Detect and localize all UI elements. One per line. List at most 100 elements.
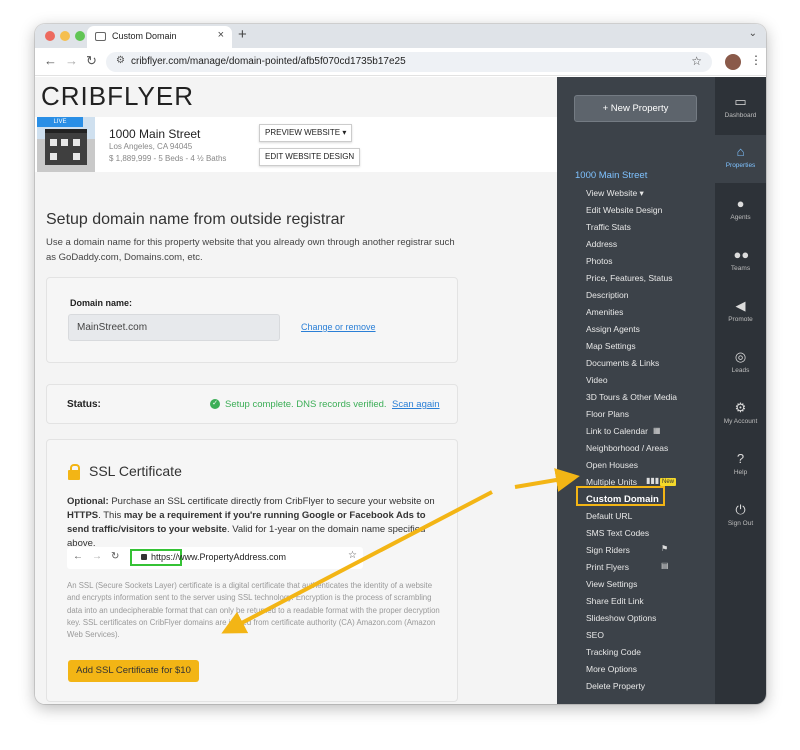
- properties-icon: ⌂: [736, 144, 745, 159]
- sidebar-item-view-settings[interactable]: View Settings: [586, 579, 637, 589]
- icon-rail: ▭ Dashboard ⌂ Properties ● Agents ●● Tea…: [715, 77, 766, 704]
- sidebar-item-custom-domain[interactable]: Custom Domain: [586, 494, 659, 505]
- url-text: cribflyer.com/manage/domain-pointed/afb5…: [131, 56, 406, 67]
- new-tab-icon[interactable]: +: [238, 26, 247, 43]
- sidebar-item-more-options[interactable]: More Options: [586, 664, 637, 674]
- rail-label: My Account: [723, 418, 758, 425]
- browser-tab[interactable]: Custom Domain ×: [87, 26, 232, 48]
- edit-website-design-button[interactable]: EDIT WEBSITE DESIGN: [259, 148, 361, 166]
- close-tab-icon[interactable]: ×: [218, 29, 224, 41]
- sidebar-item-video[interactable]: Video: [586, 375, 608, 385]
- sidebar-item-sign-riders[interactable]: Sign Riders: [586, 545, 630, 555]
- rail-agents[interactable]: ● Agents: [715, 197, 766, 222]
- sidebar-item-share-edit-link[interactable]: Share Edit Link: [586, 596, 644, 606]
- ssl-fine-print: An SSL (Secure Sockets Layer) certificat…: [67, 581, 440, 640]
- sidebar-item-floor-plans[interactable]: Floor Plans: [586, 409, 629, 419]
- reload-icon[interactable]: ↻: [86, 53, 97, 69]
- ssl-description: Optional: Purchase an SSL certificate di…: [67, 495, 442, 551]
- rail-label: Agents: [730, 214, 751, 221]
- new-badge: New: [660, 478, 677, 486]
- domain-field[interactable]: MainStreet.com: [68, 314, 280, 341]
- bookmark-star-icon[interactable]: ☆: [691, 54, 702, 68]
- sidebar-item-neighborhood-areas[interactable]: Neighborhood / Areas: [586, 443, 668, 453]
- rail-help[interactable]: ? Help: [715, 451, 766, 477]
- main-content: CRIBFLYER LIVE 1000 Main Street Los Ange…: [35, 77, 557, 704]
- address-bar[interactable]: ⚙ cribflyer.com/manage/domain-pointed/af…: [106, 52, 712, 72]
- https-example-image: ← → ↻ https://www.PropertyAddress.com ☆: [67, 547, 363, 569]
- sidebar-item-sms-text-codes[interactable]: SMS Text Codes: [586, 528, 649, 538]
- flag-icon: ⚑: [661, 544, 669, 553]
- sidebar-item-tracking-code[interactable]: Tracking Code: [586, 647, 641, 657]
- new-property-button[interactable]: + New Property: [574, 95, 697, 122]
- sidebar-item-delete-property[interactable]: Delete Property: [586, 681, 645, 691]
- close-window-button[interactable]: [45, 31, 55, 41]
- change-or-remove-link[interactable]: Change or remove: [301, 322, 376, 332]
- sidebar-item-print-flyers[interactable]: Print Flyers: [586, 562, 629, 572]
- rail-teams[interactable]: ●● Teams: [715, 248, 766, 273]
- rail-leads[interactable]: ◎ Leads: [715, 349, 766, 375]
- example-star-icon: ☆: [348, 550, 357, 561]
- sidebar-item-assign-agents[interactable]: Assign Agents: [586, 324, 640, 334]
- sidebar-item-open-houses[interactable]: Open Houses: [586, 460, 638, 470]
- rail-label: Properties: [725, 162, 756, 169]
- calendar-icon: ▦: [653, 426, 661, 435]
- sidebar-property-title[interactable]: 1000 Main Street: [575, 170, 647, 181]
- target-icon: ◎: [734, 349, 747, 364]
- sidebar-item-3d-tours[interactable]: 3D Tours & Other Media: [586, 392, 677, 402]
- minimize-window-button[interactable]: [60, 31, 70, 41]
- back-icon[interactable]: ←: [44, 53, 57, 68]
- rail-properties[interactable]: ⌂ Properties: [715, 135, 766, 183]
- rail-promote[interactable]: ◀ Promote: [715, 299, 766, 324]
- scan-again-link[interactable]: Scan again: [392, 399, 440, 410]
- sidebar-item-view-website[interactable]: View Website ▾: [586, 188, 644, 199]
- sidebar-item-amenities[interactable]: Amenities: [586, 307, 623, 317]
- browser-menu-icon[interactable]: ⋮: [750, 53, 762, 67]
- site-info-icon[interactable]: ⚙: [116, 55, 125, 66]
- example-reload-icon: ↻: [111, 551, 120, 562]
- power-icon: ⏻: [735, 502, 746, 517]
- example-back-icon: ←: [73, 551, 83, 562]
- status-label: Status:: [67, 399, 101, 410]
- check-circle-icon: ✓: [210, 399, 220, 409]
- forward-icon[interactable]: →: [65, 53, 78, 68]
- gear-icon: ⚙: [734, 400, 747, 415]
- dashboard-icon: ▭: [734, 94, 747, 109]
- sidebar-item-address[interactable]: Address: [586, 239, 617, 249]
- rail-dashboard[interactable]: ▭ Dashboard: [715, 94, 766, 120]
- cribflyer-logo[interactable]: CRIBFLYER: [41, 81, 194, 112]
- sidebar-item-map-settings[interactable]: Map Settings: [586, 341, 636, 351]
- rail-label: Dashboard: [724, 112, 757, 119]
- sidebar-item-documents-links[interactable]: Documents & Links: [586, 358, 659, 368]
- maximize-window-button[interactable]: [75, 31, 85, 41]
- help-icon: ?: [736, 451, 745, 466]
- sidebar-item-seo[interactable]: SEO: [586, 630, 604, 640]
- sidebar-item-slideshow-options[interactable]: Slideshow Options: [586, 613, 656, 623]
- sidebar-item-default-url[interactable]: Default URL: [586, 511, 632, 521]
- page-intro: Use a domain name for this property webs…: [46, 237, 455, 263]
- rail-label: Leads: [731, 367, 750, 374]
- property-sidebar: + New Property 1000 Main Street View Web…: [557, 77, 715, 704]
- sidebar-item-link-to-calendar[interactable]: Link to Calendar: [586, 426, 648, 436]
- ssl-card: SSL Certificate Optional: Purchase an SS…: [46, 439, 458, 702]
- tab-title: Custom Domain: [112, 31, 177, 41]
- rail-sign-out[interactable]: ⏻ Sign Out: [715, 502, 766, 528]
- ssl-title: SSL Certificate: [89, 463, 182, 479]
- sidebar-item-photos[interactable]: Photos: [586, 256, 612, 266]
- rail-my-account[interactable]: ⚙ My Account: [715, 400, 766, 426]
- sidebar-item-price-features-status[interactable]: Price, Features, Status: [586, 273, 672, 283]
- sidebar-item-description[interactable]: Description: [586, 290, 629, 300]
- preview-website-button[interactable]: PREVIEW WEBSITE ▾: [259, 124, 353, 142]
- profile-avatar[interactable]: [725, 54, 741, 70]
- tab-search-icon[interactable]: ⌄: [749, 28, 757, 39]
- sidebar-item-traffic-stats[interactable]: Traffic Stats: [586, 222, 631, 232]
- https-text: HTTPS: [67, 510, 99, 521]
- example-host: www.PropertyAddress.com: [178, 552, 287, 562]
- browser-window: Custom Domain × + ⌄ ← → ↻ ⚙ cribflyer.co…: [35, 24, 766, 704]
- rail-label: Sign Out: [727, 520, 754, 527]
- live-badge: LIVE: [37, 117, 83, 127]
- property-details: $ 1,889,999 - 5 Beds - 4 ½ Baths: [109, 154, 227, 163]
- add-ssl-certificate-button[interactable]: Add SSL Certificate for $10: [68, 660, 199, 682]
- property-thumbnail[interactable]: LIVE: [37, 117, 95, 172]
- sidebar-item-edit-website-design[interactable]: Edit Website Design: [586, 205, 662, 215]
- rail-label: Promote: [728, 316, 753, 323]
